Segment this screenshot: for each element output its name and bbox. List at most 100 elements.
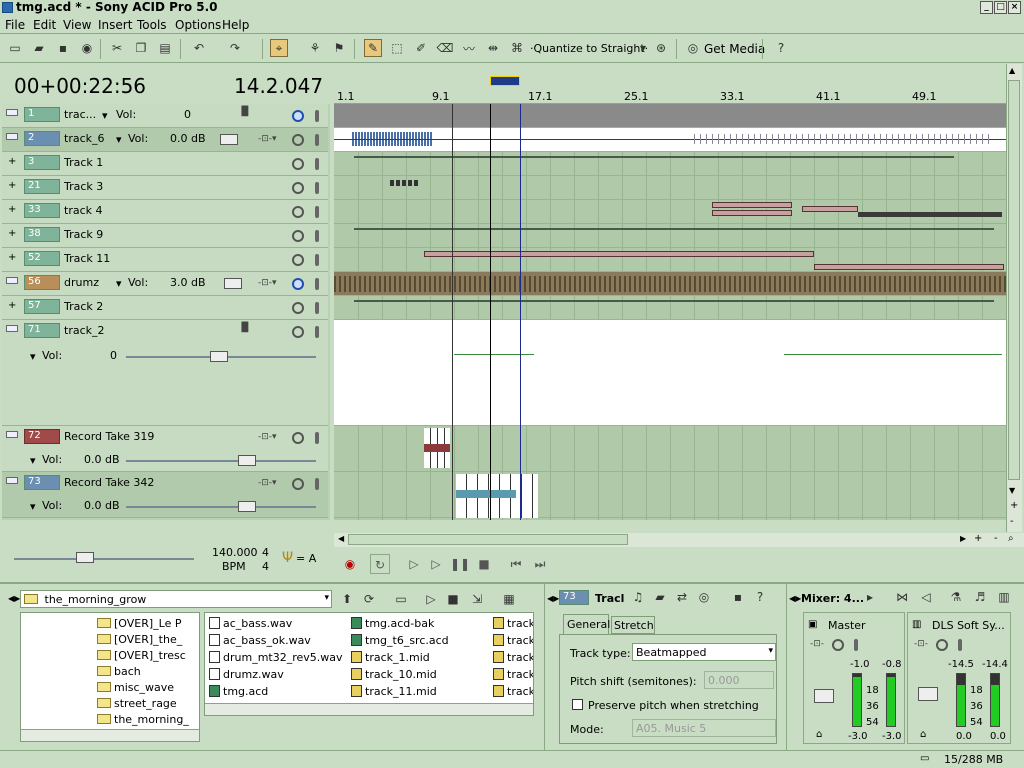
track-header[interactable]: + 52 Track 11	[2, 248, 328, 272]
insert-soft-synth-icon[interactable]: ♬	[971, 588, 989, 606]
paste-icon[interactable]: ▤	[156, 39, 174, 57]
scroll-thumb[interactable]	[348, 534, 628, 545]
mute-icon[interactable]	[292, 254, 304, 266]
track-header[interactable]: + 33 track 4	[2, 200, 328, 224]
play-from-start-icon[interactable]: ▷	[404, 554, 424, 574]
insert-bus-icon[interactable]: ▸	[861, 588, 879, 606]
get-media-button[interactable]: Get Media	[704, 42, 765, 56]
panel-grip-icon[interactable]: ◀▶	[8, 594, 20, 603]
pitch-shift-input[interactable]: 0.000	[704, 671, 774, 689]
midi-event[interactable]	[858, 212, 1002, 217]
file-item[interactable]: ac_bass.wav	[209, 617, 292, 630]
track-header[interactable]: + 3 Track 1	[2, 152, 328, 176]
auto-ripple-icon[interactable]: ⚘	[306, 39, 324, 57]
zoom-in-icon[interactable]: +	[974, 533, 982, 544]
solo-icon[interactable]	[315, 326, 319, 338]
collapse-icon[interactable]	[6, 109, 18, 116]
time-signature-top[interactable]: 4	[262, 546, 269, 559]
close-button[interactable]: ×	[1008, 1, 1021, 14]
track-lane[interactable]	[334, 248, 1006, 272]
scroll-thumb[interactable]	[1008, 80, 1020, 480]
chevron-down-icon[interactable]: ▾	[768, 646, 773, 656]
file-item[interactable]: tmg.acd-bak	[351, 617, 434, 630]
solo-icon[interactable]	[315, 432, 319, 444]
solo-icon[interactable]	[315, 278, 319, 290]
expand-icon[interactable]: +	[8, 180, 16, 191]
solo-icon[interactable]	[315, 302, 319, 314]
track-lane[interactable]	[334, 176, 1006, 200]
file-item[interactable]: track	[493, 668, 533, 681]
vol-dropdown-icon[interactable]: ▾	[30, 454, 36, 467]
fx-icon[interactable]: -⊡-▾	[258, 478, 277, 488]
midi-event[interactable]	[424, 251, 814, 257]
up-folder-icon[interactable]: ⬆	[338, 590, 356, 608]
folder-item[interactable]: [OVER]_Le P	[97, 617, 182, 630]
folder-item[interactable]: [OVER]_the_	[97, 633, 182, 646]
fx-icon[interactable]: -⊡-▾	[258, 278, 277, 288]
track-view[interactable]	[334, 104, 1006, 520]
mute-icon[interactable]	[292, 432, 304, 444]
panel-grip-icon[interactable]: ◀▶	[789, 594, 801, 603]
mute-icon[interactable]	[292, 182, 304, 194]
midi-event[interactable]	[814, 264, 1004, 270]
track-lane[interactable]	[334, 426, 1006, 472]
preview-play-icon[interactable]: ▷	[422, 590, 440, 608]
folder-item[interactable]: [OVER]_tresc	[97, 649, 186, 662]
track-lane[interactable]	[334, 128, 1006, 152]
midi-event[interactable]	[390, 180, 420, 186]
replace-icon[interactable]: ⇄	[673, 588, 691, 606]
solo-icon[interactable]	[315, 230, 319, 242]
track-name[interactable]: track 4	[64, 204, 103, 217]
dim-output-icon[interactable]: ◁	[917, 588, 935, 606]
render-icon[interactable]: ◉	[78, 39, 96, 57]
project-key[interactable]: = A	[296, 552, 316, 565]
solo-icon[interactable]	[315, 478, 319, 490]
preserve-pitch-checkbox[interactable]	[572, 699, 583, 710]
lock-icon[interactable]: ⌂	[816, 729, 822, 740]
insert-fx-icon[interactable]: ⚗	[947, 588, 965, 606]
folder-item[interactable]: bach	[97, 665, 141, 678]
volume-slider[interactable]	[238, 455, 256, 466]
explorer-path-dropdown[interactable]: the_morning_grow ▾	[20, 590, 332, 608]
zoom-out-icon[interactable]: -	[1010, 516, 1014, 527]
save-icon[interactable]: ▪	[54, 39, 72, 57]
collapse-icon[interactable]	[6, 431, 18, 438]
menu-edit[interactable]: Edit	[33, 18, 56, 32]
track-name[interactable]: drumz	[64, 276, 99, 289]
file-item[interactable]: track	[493, 651, 533, 664]
folder-item[interactable]: street_rage	[97, 697, 177, 710]
track-lane[interactable]	[334, 224, 1006, 248]
fx-icon[interactable]: -⊡-	[810, 639, 824, 649]
media-properties-icon[interactable]: ♫	[629, 588, 647, 606]
vol-dropdown-icon[interactable]: ▾	[116, 133, 122, 146]
track-lane[interactable]	[334, 200, 1006, 224]
time-signature-bottom[interactable]: 4	[262, 560, 269, 573]
track-header[interactable]: + 57 Track 2	[2, 296, 328, 320]
snap-icon[interactable]: ⌖	[270, 39, 288, 57]
go-to-end-icon[interactable]: ⏭	[530, 554, 550, 574]
preview-stop-icon[interactable]: ■	[444, 590, 462, 608]
collapse-icon[interactable]	[6, 477, 18, 484]
file-item[interactable]: track_10.mid	[351, 668, 437, 681]
audio-event[interactable]	[424, 428, 450, 468]
select-tool-icon[interactable]: ⬚	[388, 39, 406, 57]
track-name[interactable]: track_6	[64, 132, 105, 145]
volume-slider[interactable]	[210, 351, 228, 362]
fx-icon[interactable]: -⊡-	[914, 639, 928, 649]
track-lane[interactable]	[334, 272, 1006, 296]
vol-dropdown-icon[interactable]: ▾	[116, 277, 122, 290]
open-folder-icon[interactable]: ▰	[651, 588, 669, 606]
loop-icon[interactable]: ↻	[370, 554, 390, 574]
track-header[interactable]: + 38 Track 9	[2, 224, 328, 248]
track-header[interactable]: 56 drumz ▾ Vol: 3.0 dB -⊡-▾	[2, 272, 328, 296]
track-name[interactable]: Track 3	[64, 180, 103, 193]
file-list-hscroll[interactable]	[205, 703, 533, 715]
solo-icon[interactable]	[315, 206, 319, 218]
track-name[interactable]: Track 9	[64, 228, 103, 241]
tab-general[interactable]: General	[563, 614, 610, 634]
menu-tools[interactable]: Tools	[137, 18, 167, 32]
mute-icon[interactable]	[292, 206, 304, 218]
stop-icon[interactable]: ■	[474, 554, 494, 574]
file-item[interactable]: ac_bass_ok.wav	[209, 634, 311, 647]
file-item[interactable]: tmg_t6_src.acd	[351, 634, 449, 647]
